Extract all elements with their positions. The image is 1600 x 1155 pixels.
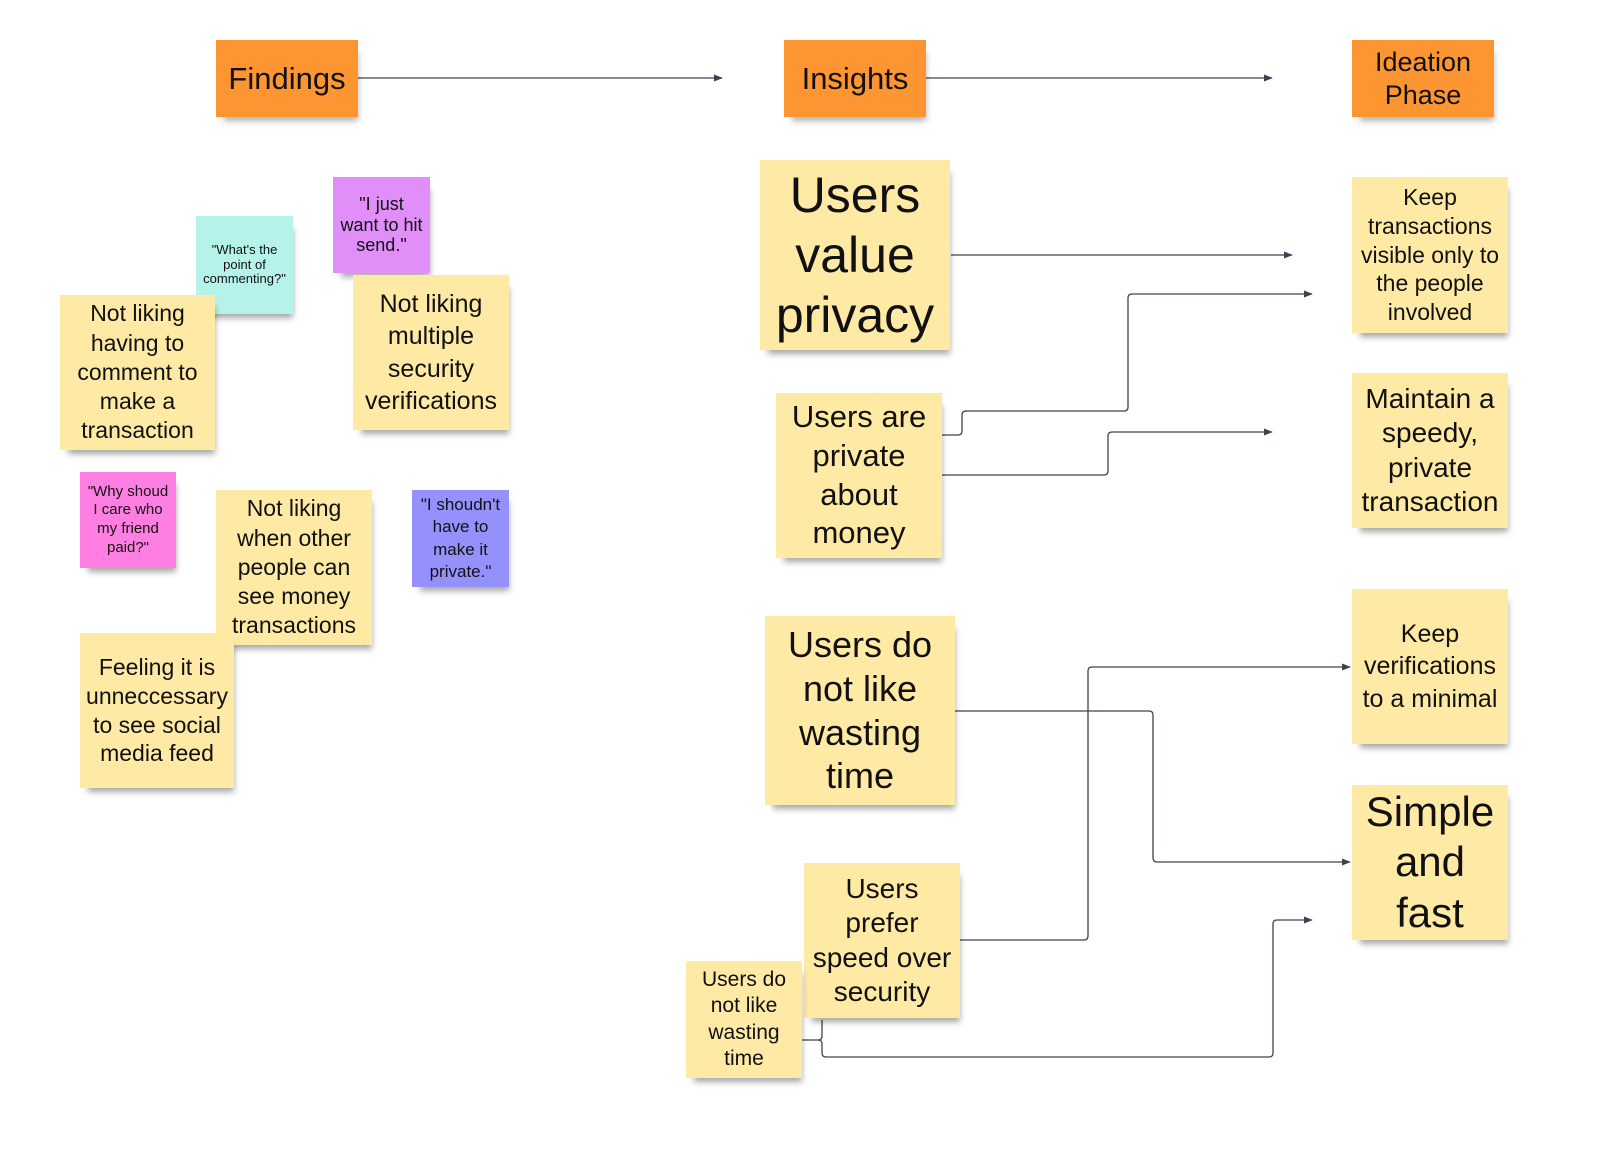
sticky-speed-over-security[interactable]: Users prefer speed over security [804,863,960,1018]
sticky-text: Users do not like wasting time [701,968,787,1070]
connector-private-money-to-speedy [942,428,1273,476]
header-ideation-label: Ideation Phase [1374,47,1472,110]
sticky-text: Simple and fast [1365,787,1495,936]
sticky-private-about-money[interactable]: Users are private about money [776,393,942,558]
sticky-visible-to-involved[interactable]: Keep transactions visible only to the pe… [1352,177,1508,333]
sticky-text: "I shoudn't have to make it private." [420,495,501,581]
sticky-text: Keep verifications to a minimal [1362,619,1498,713]
sticky-wasting-time-small[interactable]: Users do not like wasting time [686,961,802,1078]
sticky-comment-to-transact[interactable]: Not liking having to comment to make a t… [60,295,215,450]
sticky-quote-friend-paid[interactable]: "Why shoud I care who my friend paid?" [80,472,176,568]
sticky-text: Users prefer speed over security [812,873,952,1007]
header-findings-label: Findings [228,60,346,96]
sticky-value-privacy[interactable]: Users value privacy [760,160,950,350]
sticky-text: Not liking multiple security verificatio… [365,289,497,416]
sticky-others-see-transactions[interactable]: Not liking when other people can see mon… [216,490,372,645]
sticky-text: Maintain a speedy, private transaction [1361,382,1499,517]
connector-wasting-small-branch [817,1020,823,1041]
header-insights[interactable]: Insights [784,40,926,117]
sticky-text: Keep transactions visible only to the pe… [1360,184,1500,326]
sticky-quote-make-private[interactable]: "I shoudn't have to make it private." [412,490,509,587]
sticky-text: Users value privacy [775,167,935,343]
sticky-social-feed[interactable]: Feeling it is unneccessary to see social… [80,633,234,788]
sticky-text: Users are private about money [791,399,927,551]
sticky-speedy-private[interactable]: Maintain a speedy, private transaction [1352,373,1508,528]
sticky-text: "What's the point of commenting?" [203,241,286,287]
sticky-text: "I just want to hit send." [340,193,423,256]
header-ideation-phase[interactable]: Ideation Phase [1352,40,1494,117]
connector-wasting-time-to-simple [955,710,1351,866]
sticky-text: "Why shoud I care who my friend paid?" [87,482,169,556]
connector-speed-to-verifications [960,663,1351,941]
sticky-text: Feeling it is unneccessary to see social… [86,654,228,767]
sticky-text: Not liking when other people can see mon… [231,495,356,639]
header-findings[interactable]: Findings [216,40,358,117]
connector-private-money-to-visible [942,290,1313,436]
sticky-wasting-time-large[interactable]: Users do not like wasting time [765,616,955,805]
sticky-text: Not liking having to comment to make a t… [77,300,198,444]
sticky-minimal-verifications[interactable]: Keep verifications to a minimal [1352,589,1508,744]
sticky-simple-and-fast[interactable]: Simple and fast [1352,785,1508,940]
header-insights-label: Insights [801,60,909,96]
sticky-text: Users do not like wasting time [787,623,933,797]
sticky-quote-hit-send[interactable]: "I just want to hit send." [333,177,430,273]
sticky-multiple-verifications[interactable]: Not liking multiple security verificatio… [353,275,509,430]
